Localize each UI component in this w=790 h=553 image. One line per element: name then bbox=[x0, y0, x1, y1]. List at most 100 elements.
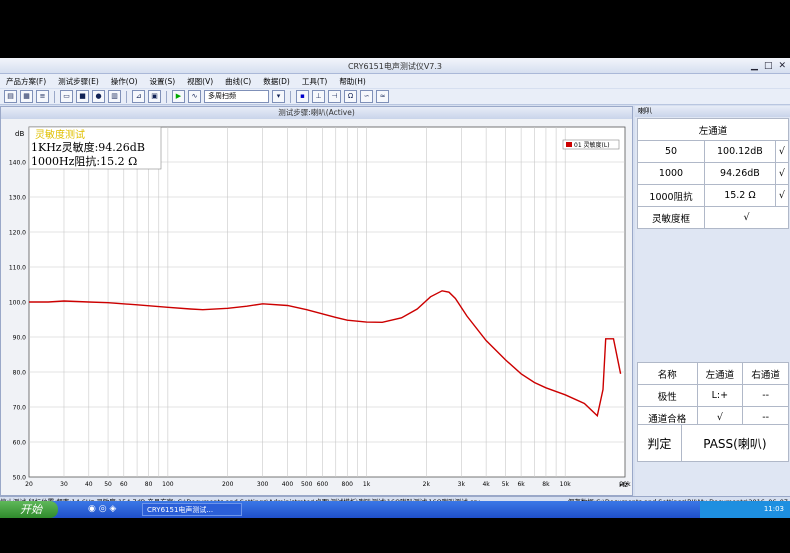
x-tick-label: 800 bbox=[342, 481, 354, 488]
menu-view[interactable]: 视图(V) bbox=[187, 76, 213, 87]
table-row: 1000阻抗 15.2 Ω √ bbox=[636, 184, 790, 207]
response-chart[interactable]: 140.0 130.0 120.0 110.0 100.0 90.0 80.0 70.0 60.… bbox=[1, 119, 632, 495]
x-tick-label: 80 bbox=[145, 481, 153, 488]
start-button[interactable]: 开始 bbox=[0, 501, 58, 518]
open-icon[interactable]: ▭ bbox=[60, 90, 73, 103]
right-panel: 喇叭 左通道 50 100.12dB √ 1000 94.26dB √ 1000… bbox=[635, 106, 790, 496]
channel-summary-table: 名称 左通道 右通道 极性 L:+ -- 通道合格 √ -- bbox=[637, 362, 789, 429]
verdict-value: PASS(喇叭) bbox=[680, 424, 790, 462]
chart-caption: 测试步骤:喇叭(Active) bbox=[1, 107, 632, 119]
taskbar: 开始 ◉ ◎ ◈ CRY6151电声测试... 11:03 bbox=[0, 501, 790, 518]
x-tick-label: 20 bbox=[25, 481, 33, 488]
left-channel-table: 左通道 50 100.12dB √ 1000 94.26dB √ 1000阻抗 … bbox=[636, 118, 790, 229]
quicklaunch-icons[interactable]: ◉ ◎ ◈ bbox=[88, 504, 116, 514]
menu-operate[interactable]: 操作(O) bbox=[111, 76, 138, 87]
book-icon[interactable]: ▥ bbox=[108, 90, 121, 103]
x-tick-label: 2k bbox=[423, 481, 431, 488]
title-bar: CRY6151电声测试仪V7.3 ▁ □ ✕ bbox=[0, 58, 790, 74]
right-panel-caption: 喇叭 bbox=[635, 106, 790, 117]
legend-swatch bbox=[566, 142, 572, 147]
x-tick-label: 600 bbox=[317, 481, 329, 488]
cell: L:+ bbox=[696, 384, 744, 407]
maximize-icon[interactable]: □ bbox=[764, 61, 773, 71]
verdict-table: 判定 PASS(喇叭) bbox=[637, 424, 790, 462]
record-icon[interactable]: ● bbox=[92, 90, 105, 103]
x-tick-label: 300 bbox=[257, 481, 269, 488]
x-unit-label: Hz bbox=[619, 481, 628, 489]
cell: -- bbox=[742, 384, 789, 407]
table-header-row: 名称 左通道 右通道 bbox=[637, 362, 789, 385]
image-icon[interactable]: ▣ bbox=[148, 90, 161, 103]
x-tick-label: 40 bbox=[85, 481, 93, 488]
menu-settings[interactable]: 设置(S) bbox=[150, 76, 176, 87]
cell: 94.26dB bbox=[704, 162, 776, 185]
table-row: 1000 94.26dB √ bbox=[636, 162, 790, 185]
taskbar-item[interactable]: CRY6151电声测试... bbox=[142, 503, 242, 516]
menu-data[interactable]: 数据(D) bbox=[263, 76, 290, 87]
cell: √ bbox=[704, 206, 789, 229]
save-icon[interactable]: ■ bbox=[76, 90, 89, 103]
sweep-icon[interactable]: ∿ bbox=[188, 90, 201, 103]
menu-steps[interactable]: 测试步骤(E) bbox=[58, 76, 99, 87]
new-icon[interactable]: ▤ bbox=[4, 90, 17, 103]
minimize-icon[interactable]: ▁ bbox=[751, 61, 758, 71]
x-tick-label: 100 bbox=[162, 481, 174, 488]
close-icon[interactable]: ✕ bbox=[778, 61, 786, 71]
x-tick-label: 3k bbox=[458, 481, 466, 488]
grid-icon[interactable]: ▦ bbox=[20, 90, 33, 103]
curve-icon[interactable]: ∽ bbox=[360, 90, 373, 103]
x-tick-label: 1k bbox=[363, 481, 371, 488]
cursor-icon[interactable]: ⊥ bbox=[312, 90, 325, 103]
legend-label: 01 灵敏度(L) bbox=[574, 141, 610, 149]
x-tick-label: 8k bbox=[542, 481, 550, 488]
cell: 15.2 Ω bbox=[704, 184, 776, 207]
menu-product[interactable]: 产品方案(F) bbox=[6, 76, 46, 87]
readout-title: 灵敏度测试 bbox=[35, 128, 85, 141]
marker-icon[interactable]: ⊣ bbox=[328, 90, 341, 103]
x-tick-label: 30 bbox=[60, 481, 68, 488]
cell: 1000阻抗 bbox=[636, 184, 706, 207]
app-window: CRY6151电声测试仪V7.3 ▁ □ ✕ 产品方案(F) 测试步骤(E) 操… bbox=[0, 58, 790, 518]
y-tick-label: 90.0 bbox=[13, 335, 27, 342]
play-icon[interactable]: ▶ bbox=[172, 90, 185, 103]
cell: 灵敏度框 bbox=[636, 206, 706, 229]
y-tick-label: 70.0 bbox=[13, 405, 27, 412]
header-cell: 右通道 bbox=[742, 362, 789, 385]
table-row: 灵敏度框 √ bbox=[636, 206, 789, 229]
ohm-icon[interactable]: Ω bbox=[344, 90, 357, 103]
chart-window: 测试步骤:喇叭(Active) 140.0 130.0 120.0 110.0 100.… bbox=[0, 106, 633, 496]
y-tick-label: 60.0 bbox=[13, 440, 27, 447]
x-tick-label: 50 bbox=[104, 481, 112, 488]
cell: √ bbox=[774, 184, 790, 207]
y-tick-label: 100.0 bbox=[9, 300, 26, 307]
x-tick-label: 4k bbox=[482, 481, 490, 488]
cell: √ bbox=[774, 140, 790, 163]
y-tick-label: 80.0 bbox=[13, 370, 27, 377]
menu-curve[interactable]: 曲线(C) bbox=[225, 76, 251, 87]
cell: 1000 bbox=[636, 162, 706, 185]
y-tick-label: 110.0 bbox=[9, 265, 26, 272]
y-unit-label: dB bbox=[15, 130, 24, 138]
chart-icon[interactable]: ⊿ bbox=[132, 90, 145, 103]
x-tick-label: 60 bbox=[120, 481, 128, 488]
verdict-label: 判定 bbox=[637, 424, 682, 462]
cell: 100.12dB bbox=[704, 140, 776, 163]
x-tick-label: 5k bbox=[502, 481, 510, 488]
table-row: 极性 L:+ -- bbox=[637, 384, 789, 407]
mode-select[interactable]: 多周扫频 bbox=[204, 90, 269, 103]
list-icon[interactable]: ≡ bbox=[36, 90, 49, 103]
menu-bar: 产品方案(F) 测试步骤(E) 操作(O) 设置(S) 视图(V) 曲线(C) … bbox=[0, 74, 790, 88]
menu-tools[interactable]: 工具(T) bbox=[302, 76, 327, 87]
y-tick-label: 130.0 bbox=[9, 195, 26, 202]
menu-help[interactable]: 帮助(H) bbox=[339, 76, 366, 87]
color-icon[interactable]: ▪ bbox=[296, 90, 309, 103]
wave-icon[interactable]: ≈ bbox=[376, 90, 389, 103]
system-tray: 11:03 bbox=[700, 501, 790, 518]
table1-header: 左通道 bbox=[637, 118, 789, 141]
y-tick-label: 140.0 bbox=[9, 160, 26, 167]
chevron-down-icon[interactable]: ▾ bbox=[272, 90, 285, 103]
x-tick-label: 200 bbox=[222, 481, 234, 488]
x-tick-label: 6k bbox=[517, 481, 525, 488]
x-tick-label: 500 bbox=[301, 481, 313, 488]
toolbar: ▤ ▦ ≡ ▭ ■ ● ▥ ⊿ ▣ ▶ ∿ 多周扫频 ▾ ▪ ⊥ ⊣ Ω ∽ ≈ bbox=[0, 89, 790, 105]
